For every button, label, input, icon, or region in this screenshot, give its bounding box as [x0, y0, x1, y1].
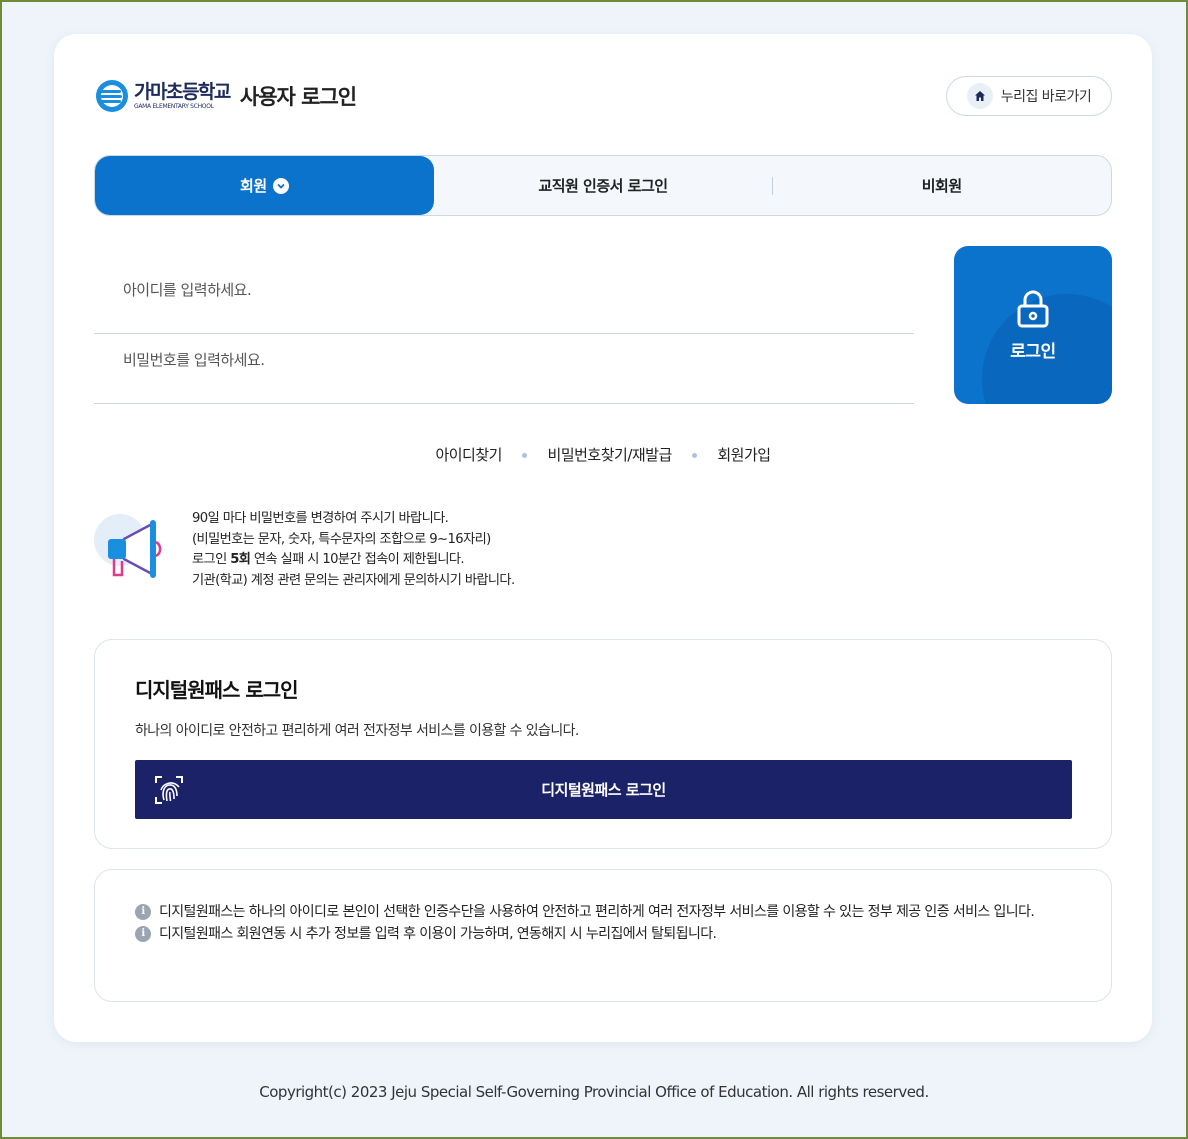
signup-link[interactable]: 회원가입 — [717, 446, 771, 464]
school-logo-icon — [96, 80, 128, 112]
password-input[interactable] — [94, 316, 914, 403]
notice-line: 로그인 5회 연속 실패 시 10분간 접속이 제한됩니다. — [192, 550, 515, 571]
info-text: 디지털원패스는 하나의 아이디로 본인이 선택한 인증수단을 사용하여 안전하고… — [159, 904, 1035, 920]
digital-onepass-button-label: 디지털원패스 로그인 — [541, 781, 666, 799]
login-button-label: 로그인 — [1010, 341, 1056, 362]
password-field — [94, 316, 914, 404]
home-icon — [966, 83, 993, 109]
lock-icon — [1017, 290, 1049, 327]
link-separator — [692, 453, 698, 458]
notice-text: 90일 마다 비밀번호를 변경하여 주시기 바랍니다. (비밀번호는 문자, 숫… — [192, 509, 515, 591]
school-logo[interactable]: 가마초등학교 GAMA ELEMENTARY SCHOOL — [134, 80, 231, 111]
digital-onepass-description: 하나의 아이디로 안전하고 편리하게 여러 전자정부 서비스를 이용할 수 있습… — [135, 723, 579, 739]
site-header: 가마초등학교 GAMA ELEMENTARY SCHOOL 사용자 로그인 — [94, 78, 357, 114]
tab-member-label: 회원 — [240, 177, 267, 195]
tab-member[interactable]: 회원 — [95, 156, 434, 215]
login-card: 가마초등학교 GAMA ELEMENTARY SCHOOL 사용자 로그인 누리… — [54, 34, 1152, 1042]
school-name: 가마초등학교 — [134, 80, 231, 103]
chevron-down-icon — [272, 177, 289, 194]
homepage-link-label: 누리집 바로가기 — [1000, 89, 1092, 105]
footer-copyright: Copyright(c) 2023 Jeju Special Self-Gove… — [259, 1083, 929, 1101]
fingerprint-icon — [155, 776, 183, 804]
tab-non-member[interactable]: 비회원 — [772, 156, 1111, 215]
page-title: 사용자 로그인 — [239, 85, 357, 109]
notice-line: 90일 마다 비밀번호를 변경하여 주시기 바랍니다. — [192, 511, 449, 526]
tab-non-member-label: 비회원 — [921, 177, 962, 195]
info-item: i 디지털원패스 회원연동 시 추가 정보를 입력 후 이용이 가능하며, 연동… — [135, 924, 1071, 944]
info-item: i 디지털원패스는 하나의 아이디로 본인이 선택한 인증수단을 사용하여 안전… — [135, 902, 1071, 922]
login-button[interactable]: 로그인 — [954, 246, 1112, 404]
notice-line: 기관(학교) 계정 관련 문의는 관리자에게 문의하시기 바랍니다. — [192, 572, 515, 588]
notice-line: (비밀번호는 문자, 숫자, 특수문자의 조합으로 9~16자리) — [192, 531, 491, 547]
onepass-info-panel: i 디지털원패스는 하나의 아이디로 본인이 선택한 인증수단을 사용하여 안전… — [94, 869, 1112, 1002]
login-type-tabs: 회원 교직원 인증서 로그인 비회원 — [94, 155, 1112, 216]
tab-staff-certificate-label: 교직원 인증서 로그인 — [538, 177, 668, 195]
digital-onepass-title: 디지털원패스 로그인 — [135, 678, 299, 702]
find-id-link[interactable]: 아이디찾기 — [435, 446, 502, 464]
megaphone-icon — [94, 514, 162, 578]
info-text: 디지털원패스 회원연동 시 추가 정보를 입력 후 이용이 가능하며, 연동해지… — [159, 926, 717, 942]
info-icon: i — [135, 904, 151, 920]
school-name-en: GAMA ELEMENTARY SCHOOL — [134, 102, 214, 110]
password-notice: 90일 마다 비밀번호를 변경하여 주시기 바랍니다. (비밀번호는 문자, 숫… — [94, 509, 515, 591]
account-links: 아이디찾기 비밀번호찾기/재발급 회원가입 — [54, 444, 1152, 465]
notice-line-suffix: 연속 실패 시 10분간 접속이 제한됩니다. — [250, 552, 465, 567]
homepage-link-button[interactable]: 누리집 바로가기 — [946, 76, 1112, 116]
tab-staff-certificate[interactable]: 교직원 인증서 로그인 — [434, 156, 773, 215]
find-password-link[interactable]: 비밀번호찾기/재발급 — [548, 446, 673, 464]
notice-line-prefix: 로그인 — [192, 552, 231, 567]
link-separator — [522, 453, 528, 458]
info-icon: i — [135, 926, 151, 942]
digital-onepass-panel: 디지털원패스 로그인 하나의 아이디로 안전하고 편리하게 여러 전자정부 서비… — [94, 639, 1112, 849]
notice-emphasis: 5회 — [230, 552, 251, 567]
digital-onepass-login-button[interactable]: 디지털원패스 로그인 — [135, 760, 1072, 819]
